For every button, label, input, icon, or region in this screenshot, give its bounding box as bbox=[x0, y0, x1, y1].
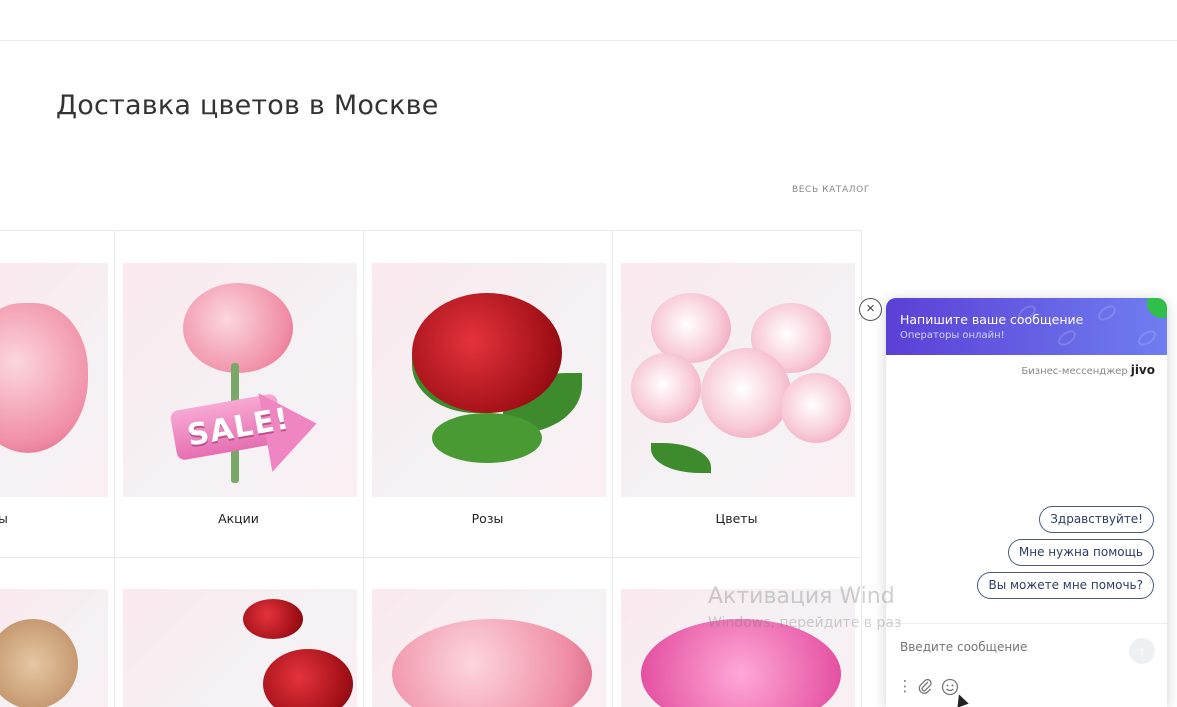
category-card-roses[interactable]: Розы bbox=[363, 231, 613, 558]
carnation-bouquet-decor bbox=[183, 283, 293, 373]
windows-activation-watermark: Активация Wind Windows, перейдите в раз bbox=[708, 584, 1148, 642]
close-chat-button[interactable]: × bbox=[859, 298, 882, 321]
category-image bbox=[621, 263, 855, 497]
peony-decor bbox=[631, 353, 701, 423]
category-image bbox=[0, 589, 108, 707]
jivo-branding[interactable]: Бизнес-мессенджер jivo bbox=[1021, 363, 1155, 377]
quick-reply-hello[interactable]: Здравствуйте! bbox=[1039, 506, 1154, 533]
chat-header-status: Операторы онлайн! bbox=[900, 330, 1005, 341]
category-card-flowers[interactable]: Цветы bbox=[612, 231, 862, 558]
attach-file-icon[interactable] bbox=[916, 678, 934, 696]
leaf-decor bbox=[651, 443, 711, 473]
teddy-bear-decor bbox=[0, 619, 78, 707]
sale-arrow-icon: SALE! bbox=[169, 384, 324, 472]
category-card-sale[interactable]: SALE! Акции bbox=[114, 231, 364, 558]
rose-heart-decor bbox=[0, 303, 88, 453]
category-card-basket-roses[interactable] bbox=[363, 557, 613, 707]
category-card-teddy[interactable] bbox=[0, 557, 115, 707]
category-label: Розы bbox=[471, 511, 504, 526]
category-image bbox=[123, 589, 357, 707]
category-card-basket-fruit[interactable] bbox=[114, 557, 364, 707]
brand-prefix: Бизнес-мессенджер bbox=[1021, 366, 1128, 377]
jivo-logo: jivo bbox=[1130, 363, 1155, 377]
red-roses-decor bbox=[412, 293, 562, 413]
top-header-bar bbox=[0, 0, 1177, 41]
chat-widget: Напишите ваше сообщение Операторы онлайн… bbox=[886, 298, 1167, 707]
quick-reply-need-help[interactable]: Мне нужна помощь bbox=[1007, 539, 1154, 566]
chat-header-title: Напишите ваше сообщение bbox=[900, 312, 1084, 327]
all-catalog-link[interactable]: ВЕСЬ КАТАЛОГ bbox=[792, 185, 870, 195]
category-card-hearts[interactable]: ы bbox=[0, 231, 115, 558]
category-image bbox=[0, 263, 108, 497]
watermark-line1: Активация Wind bbox=[708, 584, 895, 609]
watermark-line2: Windows, перейдите в раз bbox=[708, 615, 902, 631]
leaf-decor bbox=[432, 413, 542, 463]
category-image bbox=[372, 263, 606, 497]
basket-roses-decor bbox=[392, 619, 592, 707]
category-label: Акции bbox=[218, 511, 259, 526]
chat-message-input[interactable] bbox=[900, 640, 1120, 654]
category-image: SALE! bbox=[123, 263, 357, 497]
more-options-icon[interactable]: ⋮ bbox=[896, 678, 914, 696]
category-label: ы bbox=[0, 511, 8, 526]
bow-decor bbox=[243, 599, 303, 639]
red-roses-decor bbox=[263, 649, 353, 707]
emoji-icon[interactable] bbox=[941, 678, 959, 696]
page-title: Доставка цветов в Москве bbox=[56, 90, 439, 121]
chat-header[interactable]: Напишите ваше сообщение Операторы онлайн… bbox=[886, 298, 1167, 355]
peony-decor bbox=[701, 348, 791, 438]
peony-decor bbox=[781, 373, 851, 443]
category-label: Цветы bbox=[715, 511, 758, 526]
category-image bbox=[372, 589, 606, 707]
